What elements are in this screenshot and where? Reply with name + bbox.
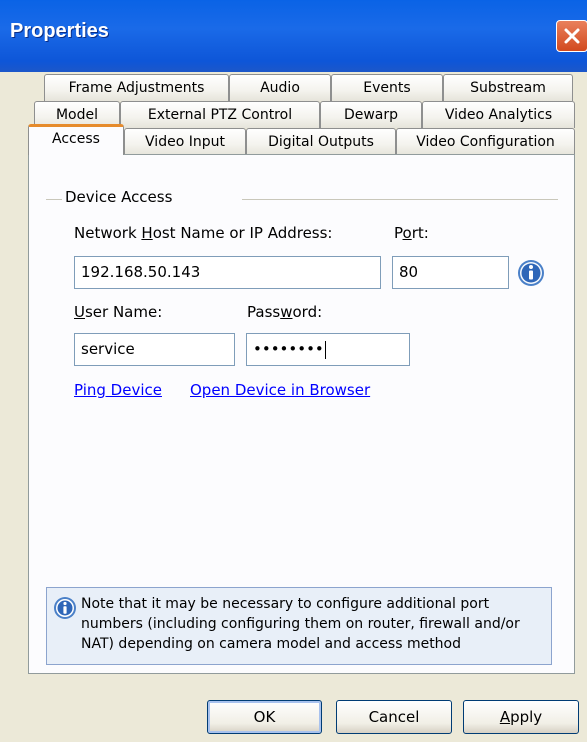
tab-label: Dewarp xyxy=(343,107,399,123)
apply-mnemonic: A xyxy=(499,708,511,726)
host-label: Network Host Name or IP Address: xyxy=(74,224,333,242)
tab-frame-adjustments[interactable]: Frame Adjustments xyxy=(44,74,229,101)
text-caret xyxy=(324,340,326,359)
groupbox-line-right xyxy=(242,199,558,200)
password-input[interactable]: •••••••• xyxy=(246,333,410,366)
tab-label: Audio xyxy=(260,80,300,96)
ping-device-link[interactable]: Ping Device xyxy=(74,381,162,399)
port-label-mnemonic: o xyxy=(402,224,412,242)
username-input[interactable]: service xyxy=(74,333,235,366)
tab-label: Substream xyxy=(470,80,546,96)
groupbox-line-left xyxy=(46,199,62,200)
note-box: Note that it may be necessary to configu… xyxy=(46,587,552,665)
host-label-text-rest: ost Name or IP Address: xyxy=(152,224,333,242)
password-label-text-rest: ord: xyxy=(292,303,323,321)
window-title: Properties xyxy=(10,20,109,42)
open-device-in-browser-link[interactable]: Open Device in Browser xyxy=(190,381,370,399)
tab-label: Video Configuration xyxy=(416,134,555,150)
password-value: •••••••• xyxy=(253,340,324,358)
info-icon xyxy=(54,597,76,619)
tab-external-ptz-control[interactable]: External PTZ Control xyxy=(120,101,320,128)
host-label-mnemonic: H xyxy=(141,224,153,242)
close-icon xyxy=(564,28,580,44)
tab-label: Model xyxy=(55,107,99,123)
port-input[interactable]: 80 xyxy=(392,256,509,289)
group-label-device-access: Device Access xyxy=(65,188,173,206)
tab-label: Frame Adjustments xyxy=(68,80,205,96)
port-label-text-rest: rt: xyxy=(411,224,429,242)
tab-label: Events xyxy=(363,80,411,96)
apply-label: pply xyxy=(510,708,543,726)
tab-video-configuration[interactable]: Video Configuration xyxy=(396,128,575,155)
tab-dewarp[interactable]: Dewarp xyxy=(320,101,422,128)
host-input[interactable]: 192.168.50.143 xyxy=(74,256,381,289)
tab-label: Video Input xyxy=(145,134,225,150)
close-button[interactable] xyxy=(556,20,587,52)
password-label-mnemonic: w xyxy=(280,303,293,321)
tab-video-analytics[interactable]: Video Analytics xyxy=(422,101,575,128)
port-label: Port: xyxy=(394,224,429,242)
tab-label: Video Analytics xyxy=(444,107,553,123)
username-label: User Name: xyxy=(74,303,162,321)
username-label-text: ser Name: xyxy=(84,303,163,321)
tab-access[interactable]: Access xyxy=(28,124,124,155)
tab-label: External PTZ Control xyxy=(147,107,293,123)
password-label-text: Pass xyxy=(247,303,281,321)
tab-events[interactable]: Events xyxy=(331,74,443,101)
tab-video-input[interactable]: Video Input xyxy=(124,128,246,155)
tab-label: Access xyxy=(52,131,100,147)
username-label-mnemonic: U xyxy=(74,303,85,321)
cancel-button[interactable]: Cancel xyxy=(336,700,452,734)
tab-audio[interactable]: Audio xyxy=(229,74,331,101)
tab-label: Digital Outputs xyxy=(268,134,374,150)
tab-digital-outputs[interactable]: Digital Outputs xyxy=(246,128,396,155)
tab-substream[interactable]: Substream xyxy=(443,74,573,101)
apply-button[interactable]: Apply xyxy=(463,700,579,734)
ok-button[interactable]: OK xyxy=(207,700,322,734)
password-label: Password: xyxy=(247,303,322,321)
title-bar: Properties xyxy=(0,0,587,72)
host-label-text: Network xyxy=(74,224,142,242)
port-label-text: P xyxy=(394,224,403,242)
info-icon[interactable] xyxy=(516,258,546,288)
note-text: Note that it may be necessary to configu… xyxy=(81,596,520,652)
